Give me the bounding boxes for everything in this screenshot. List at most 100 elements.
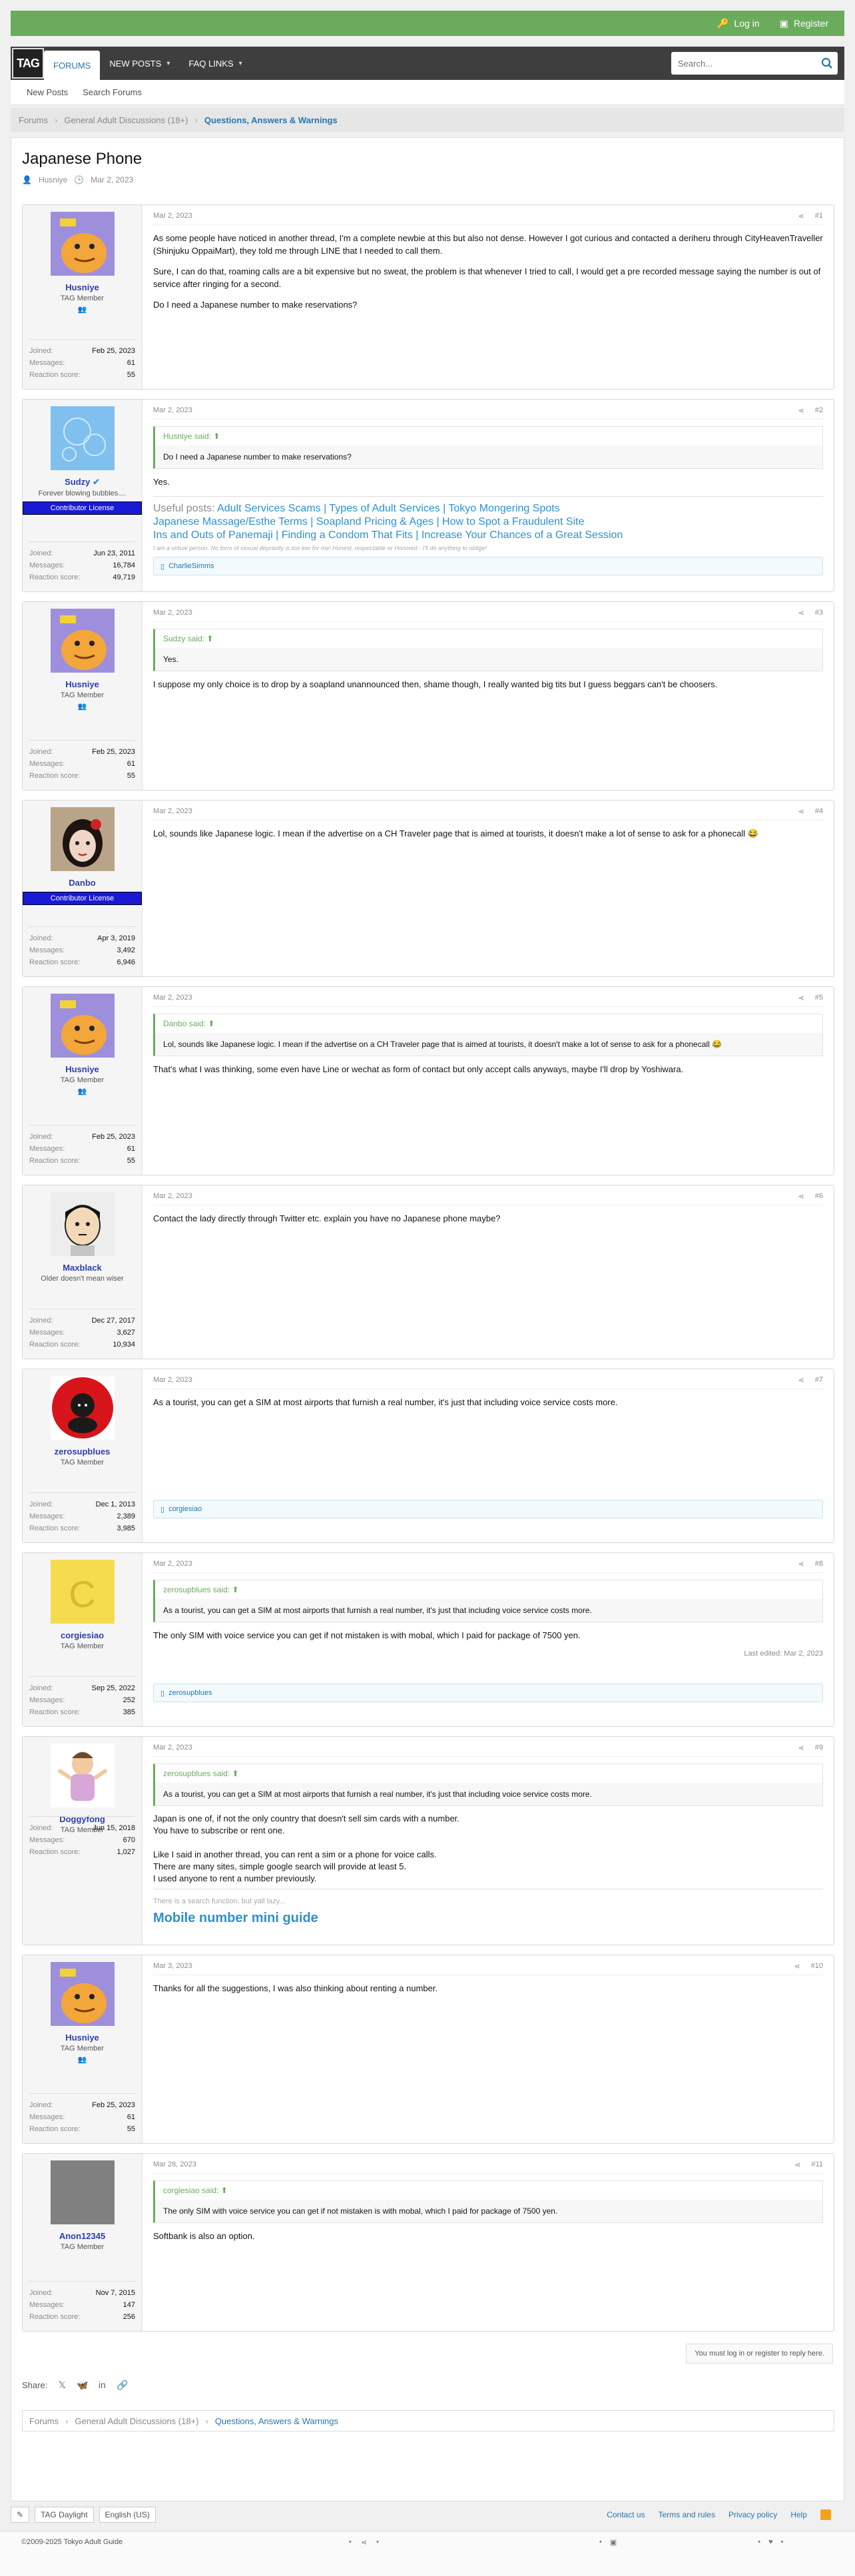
avatar[interactable] bbox=[50, 212, 115, 276]
reaction-bar[interactable]: ▯ zerosupblues bbox=[153, 1684, 823, 1702]
tab-faq-links[interactable]: FAQ Links ▾ bbox=[179, 47, 251, 80]
x-icon[interactable]: 𝕏 bbox=[57, 2380, 67, 2390]
share-icon[interactable]: ⋖ bbox=[798, 807, 804, 816]
thread-author[interactable]: Husniye bbox=[39, 175, 67, 184]
share-icon[interactable]: ⋖ bbox=[794, 2160, 800, 2169]
new-posts-link[interactable]: New Posts bbox=[27, 87, 68, 97]
avatar[interactable] bbox=[50, 1192, 115, 1256]
quote-header[interactable]: zerosupblues said: ⬆ bbox=[155, 1580, 822, 1599]
signature-links-2[interactable]: Japanese Massage/Esthe Terms | Soapland … bbox=[153, 516, 585, 527]
post-date[interactable]: Mar 2, 2023 bbox=[153, 807, 192, 816]
share-icon[interactable]: ⋖ bbox=[798, 1744, 804, 1752]
thread-date[interactable]: Mar 2, 2023 bbox=[91, 175, 133, 184]
avatar[interactable] bbox=[50, 994, 115, 1058]
post-number[interactable]: #2 bbox=[815, 406, 823, 415]
post-number[interactable]: #9 bbox=[815, 1744, 823, 1752]
search-forums-link[interactable]: Search Forums bbox=[83, 87, 142, 97]
post-number[interactable]: #1 bbox=[815, 212, 823, 220]
share-icon[interactable]: ⋖ bbox=[798, 1376, 804, 1385]
square-icon[interactable]: ▣ bbox=[610, 2538, 617, 2547]
username[interactable]: Husniye bbox=[29, 282, 135, 292]
language-chooser[interactable]: English (US) bbox=[99, 2507, 156, 2523]
post-date[interactable]: Mar 2, 2023 bbox=[153, 1560, 192, 1568]
breadcrumb-qa[interactable]: Questions, Answers & Warnings bbox=[215, 2416, 338, 2426]
signature-links-3[interactable]: Ins and Outs of Panemaji | Finding a Con… bbox=[153, 529, 623, 541]
share-icon[interactable]: ⋖ bbox=[798, 406, 804, 415]
bluesky-icon[interactable]: 🦋 bbox=[77, 2380, 88, 2390]
breadcrumb-forums[interactable]: Forums bbox=[19, 115, 48, 125]
avatar[interactable] bbox=[50, 609, 115, 673]
post-date[interactable]: Mar 2, 2023 bbox=[153, 406, 192, 415]
heart-icon[interactable]: ♥ bbox=[768, 2538, 773, 2547]
quote-header[interactable]: Sudzy said: ⬆ bbox=[155, 629, 822, 648]
avatar[interactable] bbox=[50, 1376, 115, 1440]
username[interactable]: Maxblack bbox=[29, 1263, 135, 1273]
quote-header[interactable]: Husniye said: ⬆ bbox=[155, 427, 822, 446]
post-date[interactable]: Mar 2, 2023 bbox=[153, 994, 192, 1002]
post-date[interactable]: Mar 2, 2023 bbox=[153, 609, 192, 617]
share-icon[interactable]: ⋖ bbox=[798, 994, 804, 1002]
post-date[interactable]: Mar 2, 2023 bbox=[153, 1376, 192, 1385]
chevron-down-icon[interactable]: ▾ bbox=[166, 60, 170, 67]
breadcrumb-forums[interactable]: Forums bbox=[29, 2416, 59, 2426]
mobile-guide-link[interactable]: Mobile number mini guide bbox=[153, 1911, 823, 1926]
share-icon[interactable]: ⋖ bbox=[798, 212, 804, 220]
quote-header[interactable]: corgiesiao said: ⬆ bbox=[155, 2181, 822, 2200]
rss-icon[interactable] bbox=[820, 2509, 831, 2520]
username[interactable]: Husniye bbox=[29, 1064, 135, 1074]
breadcrumb-qa[interactable]: Questions, Answers & Warnings bbox=[204, 115, 338, 125]
post-date[interactable]: Mar 3, 2023 bbox=[153, 1962, 192, 1971]
contact-link[interactable]: Contact us bbox=[607, 2510, 645, 2519]
share-icon[interactable]: ⋖ bbox=[798, 609, 804, 617]
login-required-notice[interactable]: You must log in or register to reply her… bbox=[686, 2344, 833, 2364]
post-number[interactable]: #3 bbox=[815, 609, 823, 617]
username[interactable]: Husniye bbox=[29, 2033, 135, 2043]
avatar[interactable] bbox=[50, 2160, 115, 2224]
reaction-bar[interactable]: ▯ corgiesiao bbox=[153, 1500, 823, 1518]
search-input[interactable] bbox=[671, 58, 816, 69]
username[interactable]: corgiesiao bbox=[29, 1630, 135, 1640]
post-number[interactable]: #5 bbox=[815, 994, 823, 1002]
tab-forums[interactable]: Forums bbox=[44, 51, 101, 80]
post-number[interactable]: #7 bbox=[815, 1376, 823, 1385]
quote-header[interactable]: Danbo said: ⬆ bbox=[155, 1014, 822, 1033]
post-date[interactable]: Mar 2, 2023 bbox=[153, 1192, 192, 1201]
login-link[interactable]: 🔑 Log in bbox=[717, 18, 760, 29]
share-icon[interactable]: ⋖ bbox=[361, 2538, 367, 2547]
signature-links-1[interactable]: Adult Services Scams | Types of Adult Se… bbox=[217, 503, 560, 514]
username[interactable]: Sudzy ✔ bbox=[29, 477, 135, 487]
post-date[interactable]: Mar 2, 2023 bbox=[153, 1744, 192, 1752]
post-number[interactable]: #10 bbox=[811, 1962, 823, 1971]
avatar[interactable] bbox=[50, 807, 115, 871]
breadcrumb-general[interactable]: General Adult Discussions (18+) bbox=[64, 115, 188, 125]
register-link[interactable]: ▣ Register bbox=[780, 18, 828, 29]
username[interactable]: Husniye bbox=[29, 679, 135, 689]
breadcrumb-general[interactable]: General Adult Discussions (18+) bbox=[75, 2416, 198, 2426]
avatar[interactable] bbox=[50, 1962, 115, 2026]
site-logo[interactable]: TAG bbox=[12, 48, 44, 79]
username[interactable]: Anon12345 bbox=[29, 2231, 135, 2241]
style-chooser[interactable]: TAG Daylight bbox=[35, 2507, 94, 2523]
quote-header[interactable]: zerosupblues said: ⬆ bbox=[155, 1764, 822, 1783]
privacy-link[interactable]: Privacy policy bbox=[728, 2510, 777, 2519]
help-link[interactable]: Help bbox=[790, 2510, 807, 2519]
linkedin-icon[interactable]: in bbox=[97, 2380, 107, 2390]
post-number[interactable]: #8 bbox=[815, 1560, 823, 1568]
post-number[interactable]: #11 bbox=[811, 2160, 823, 2169]
post-number[interactable]: #6 bbox=[815, 1192, 823, 1201]
terms-link[interactable]: Terms and rules bbox=[659, 2510, 715, 2519]
share-icon[interactable]: ⋖ bbox=[798, 1192, 804, 1201]
search-button[interactable] bbox=[816, 52, 838, 75]
username[interactable]: zerosupblues bbox=[29, 1447, 135, 1456]
post-date[interactable]: Mar 28, 2023 bbox=[153, 2160, 196, 2169]
post-number[interactable]: #4 bbox=[815, 807, 823, 816]
chevron-down-icon[interactable]: ▾ bbox=[239, 60, 242, 67]
reaction-bar[interactable]: ▯ CharlieSimms bbox=[153, 557, 823, 575]
username[interactable]: Danbo bbox=[29, 878, 135, 888]
share-icon[interactable]: ⋖ bbox=[798, 1560, 804, 1568]
avatar[interactable] bbox=[50, 1744, 115, 1807]
tab-new-posts[interactable]: New posts ▾ bbox=[100, 47, 179, 80]
edit-style-button[interactable]: ✎ bbox=[11, 2507, 30, 2523]
link-icon[interactable]: 🔗 bbox=[117, 2380, 128, 2390]
post-date[interactable]: Mar 2, 2023 bbox=[153, 212, 192, 220]
